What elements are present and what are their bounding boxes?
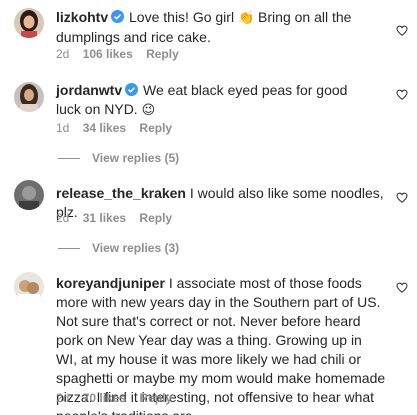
comment-time: 2d (56, 47, 70, 61)
comment-body: lizkohtv Love this! Go girl 👏 Bring on a… (56, 8, 386, 47)
heart-outline-icon[interactable] (396, 89, 408, 100)
reply-button[interactable]: Reply (139, 391, 172, 405)
likes-count[interactable]: 31 likes (83, 211, 126, 225)
view-replies-button[interactable]: View replies (3) (58, 241, 179, 255)
verified-badge-icon (111, 10, 125, 23)
comment-body: jordanwtv We eat black eyed peas for goo… (56, 81, 376, 120)
view-replies-button[interactable]: View replies (5) (58, 151, 179, 165)
heart-outline-icon[interactable] (396, 25, 408, 36)
comment-username[interactable]: release_the_kraken (56, 185, 186, 201)
comment-username[interactable]: jordanwtv (56, 82, 122, 98)
clapping-hands-emoji: 👏 (237, 11, 255, 26)
heart-outline-icon[interactable] (396, 282, 408, 293)
replies-divider (58, 158, 80, 160)
comment-meta: 2d 70 likes Reply (56, 391, 182, 405)
likes-count[interactable]: 34 likes (83, 121, 126, 135)
winking-face-emoji: 😉 (141, 103, 156, 118)
likes-count[interactable]: 70 likes (83, 391, 126, 405)
comment-meta: 1d 34 likes Reply (56, 121, 182, 135)
heart-outline-icon[interactable] (396, 192, 408, 203)
comment-meta: 2d 31 likes Reply (56, 211, 182, 225)
avatar[interactable] (14, 82, 44, 112)
reply-button[interactable]: Reply (139, 211, 172, 225)
comment-username[interactable]: koreyandjuniper (56, 275, 165, 291)
comment-meta: 2d 106 likes Reply (56, 47, 189, 61)
comment-text: Love this! Go girl (129, 9, 235, 25)
comment-time: 2d (56, 211, 70, 225)
comment-username[interactable]: lizkohtv (56, 9, 108, 25)
replies-divider (58, 248, 80, 250)
reply-button[interactable]: Reply (146, 47, 179, 61)
reply-button[interactable]: Reply (139, 121, 172, 135)
comment-time: 2d (56, 391, 70, 405)
avatar[interactable] (14, 272, 44, 302)
avatar[interactable] (14, 8, 44, 38)
comment-time: 1d (56, 121, 70, 135)
view-replies-label: View replies (3) (92, 241, 180, 255)
likes-count[interactable]: 106 likes (83, 47, 133, 61)
verified-badge-icon (125, 83, 139, 96)
avatar[interactable] (14, 180, 44, 210)
view-replies-label: View replies (5) (92, 151, 180, 165)
